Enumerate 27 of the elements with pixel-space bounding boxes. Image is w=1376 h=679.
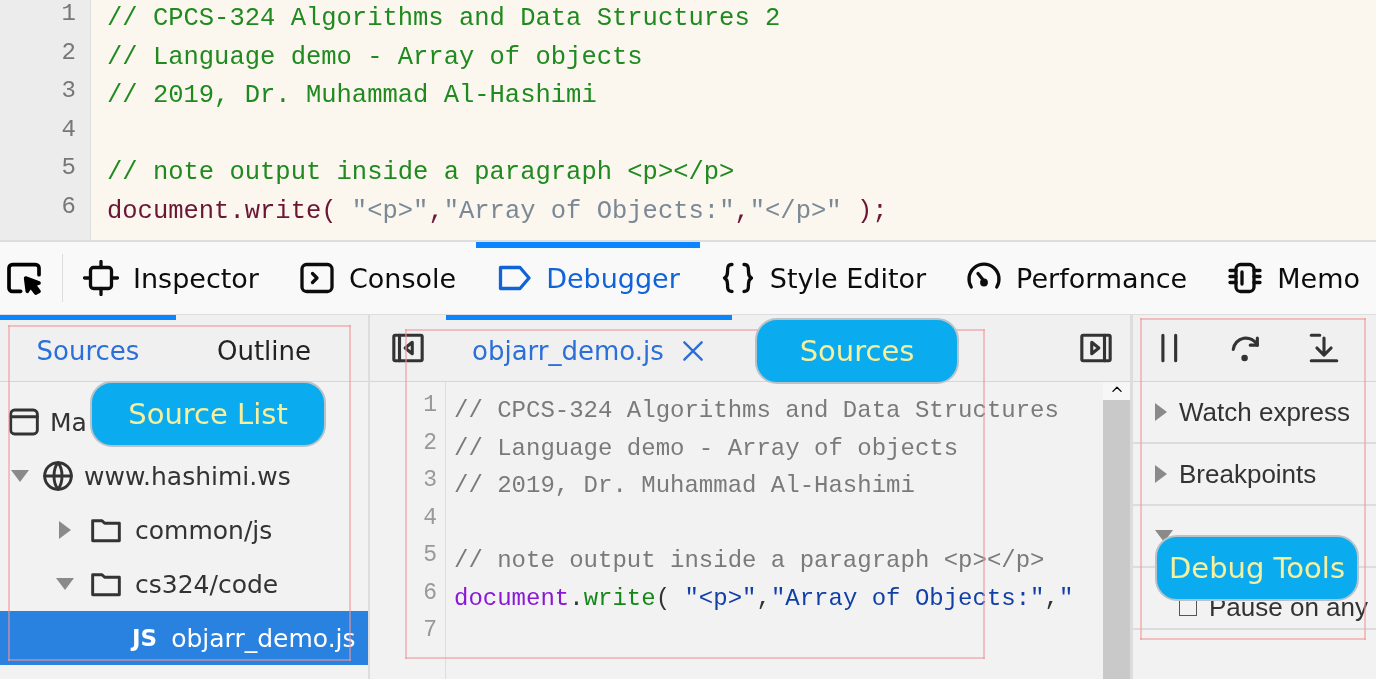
code-line: document.write( "<p>","Array of Objects:"," <box>454 583 1075 614</box>
line-number: 7 <box>423 617 438 645</box>
line-number: 1 <box>61 0 77 29</box>
code-line: document.write( "<p>","Array of Objects:","</p>" ); <box>107 195 889 228</box>
code-line: // note output inside a paragraph <p></p> <box>454 546 1046 576</box>
line-number: 3 <box>423 467 438 495</box>
code-line: // CPCS-324 Algorithms and Data Structures 2 <box>107 3 782 35</box>
code-line: // Language demo - Array of objects <box>107 41 644 74</box>
callout-tooltip: Sources <box>755 318 959 384</box>
line-number: 4 <box>423 504 438 533</box>
code-line: // 2019, Dr. Muhammad Al-Hashimi <box>107 80 598 112</box>
line-number: 4 <box>61 115 77 145</box>
line-number: 5 <box>423 542 438 570</box>
line-number: 2 <box>61 38 77 68</box>
line-number: 2 <box>423 429 438 458</box>
callout-tooltip: Debug Tools <box>1155 535 1359 601</box>
code-line: // 2019, Dr. Muhammad Al-Hashimi <box>454 471 916 501</box>
callout-tooltip: Source List <box>90 381 326 447</box>
js-file-icon: JS <box>132 625 158 651</box>
line-number: 6 <box>61 192 77 222</box>
code-line: // Language demo - Array of objects <box>454 433 960 464</box>
code-line: // CPCS-324 Algorithms and Data Structures <box>454 396 1060 426</box>
line-number: 6 <box>423 579 438 608</box>
line-number: 3 <box>61 77 77 106</box>
line-number: 1 <box>423 392 438 420</box>
code-line: // note output inside a paragraph <p></p> <box>107 157 736 189</box>
line-number: 5 <box>61 154 77 183</box>
